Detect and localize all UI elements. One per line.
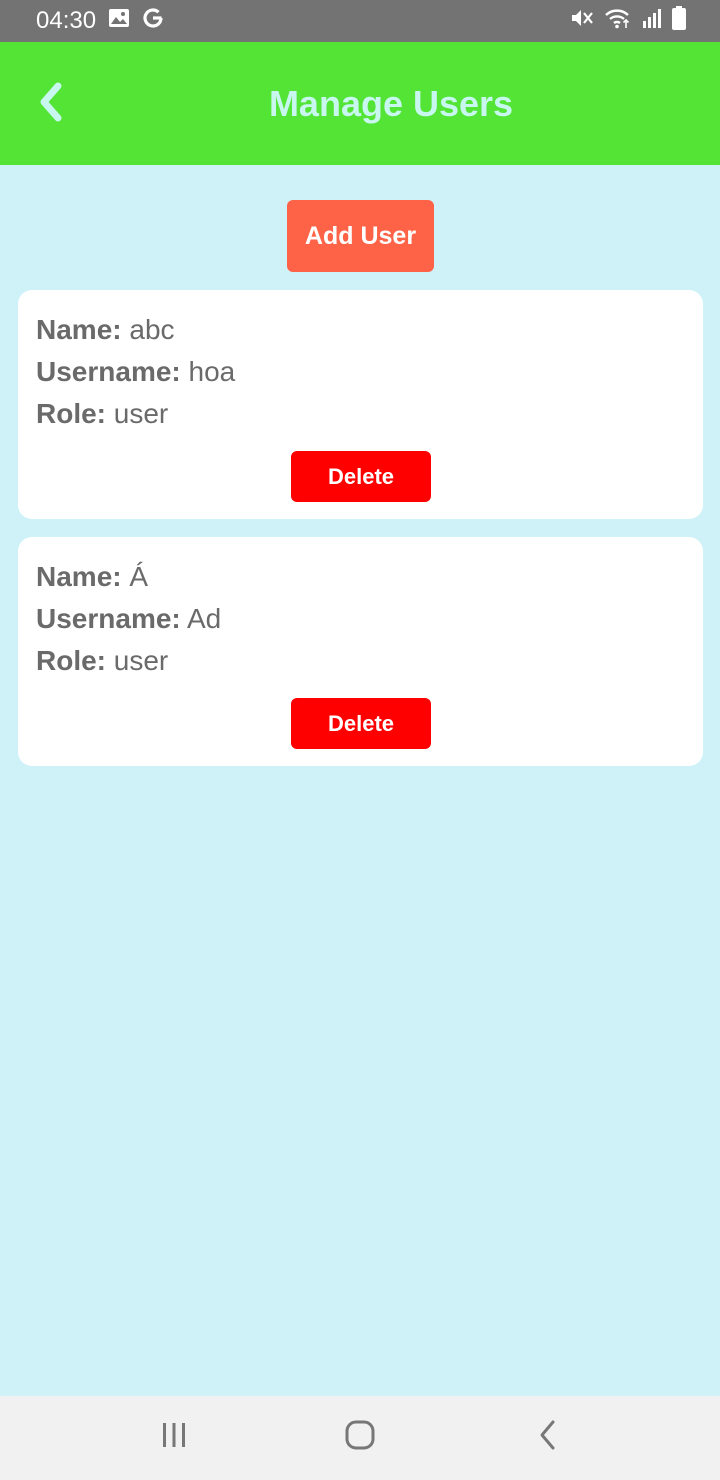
username-label: Username:	[36, 356, 181, 387]
status-right	[570, 5, 686, 37]
user-username-field: Username: Ad	[36, 603, 221, 635]
user-role-field: Role: user	[36, 645, 168, 677]
name-value: abc	[129, 314, 175, 345]
back-button[interactable]	[30, 82, 70, 126]
chevron-left-icon	[36, 82, 64, 127]
system-back-button[interactable]	[518, 1412, 578, 1462]
app-bar: Manage Users	[0, 42, 720, 165]
status-left: 04:30	[36, 7, 164, 36]
wifi-icon	[604, 7, 632, 36]
add-user-button[interactable]: Add User	[287, 200, 434, 272]
role-label: Role:	[36, 645, 106, 676]
name-label: Name:	[36, 561, 122, 592]
google-icon	[142, 7, 164, 36]
delete-button[interactable]: Delete	[291, 698, 431, 749]
role-value: user	[113, 645, 169, 676]
user-username-field: Username: hoa	[36, 356, 235, 388]
page-title: Manage Users	[268, 82, 514, 124]
recent-apps-icon	[159, 1421, 189, 1454]
delete-button[interactable]: Delete	[291, 451, 431, 502]
user-name-field: Name: Á	[36, 561, 148, 593]
home-button[interactable]	[330, 1412, 390, 1462]
role-label: Role:	[36, 398, 106, 429]
home-icon	[344, 1419, 376, 1456]
name-label: Name:	[36, 314, 122, 345]
system-nav-bar	[0, 1396, 720, 1480]
username-value: hoa	[188, 356, 236, 387]
battery-icon	[672, 5, 686, 37]
username-label: Username:	[36, 603, 181, 634]
image-icon	[108, 7, 130, 35]
username-value: Ad	[186, 603, 222, 634]
role-value: user	[113, 398, 169, 429]
user-card: Name: Á Username: Ad Role: user Delete	[18, 537, 703, 766]
recent-apps-button[interactable]	[144, 1412, 204, 1462]
status-bar: 04:30	[0, 0, 720, 42]
user-role-field: Role: user	[36, 398, 168, 430]
signal-icon	[642, 7, 662, 36]
user-card: Name: abc Username: hoa Role: user Delet…	[18, 290, 703, 519]
status-time: 04:30	[36, 7, 97, 34]
user-name-field: Name: abc	[36, 314, 175, 346]
name-value: Á	[129, 561, 149, 592]
back-icon	[536, 1419, 560, 1456]
mute-icon	[570, 7, 594, 36]
